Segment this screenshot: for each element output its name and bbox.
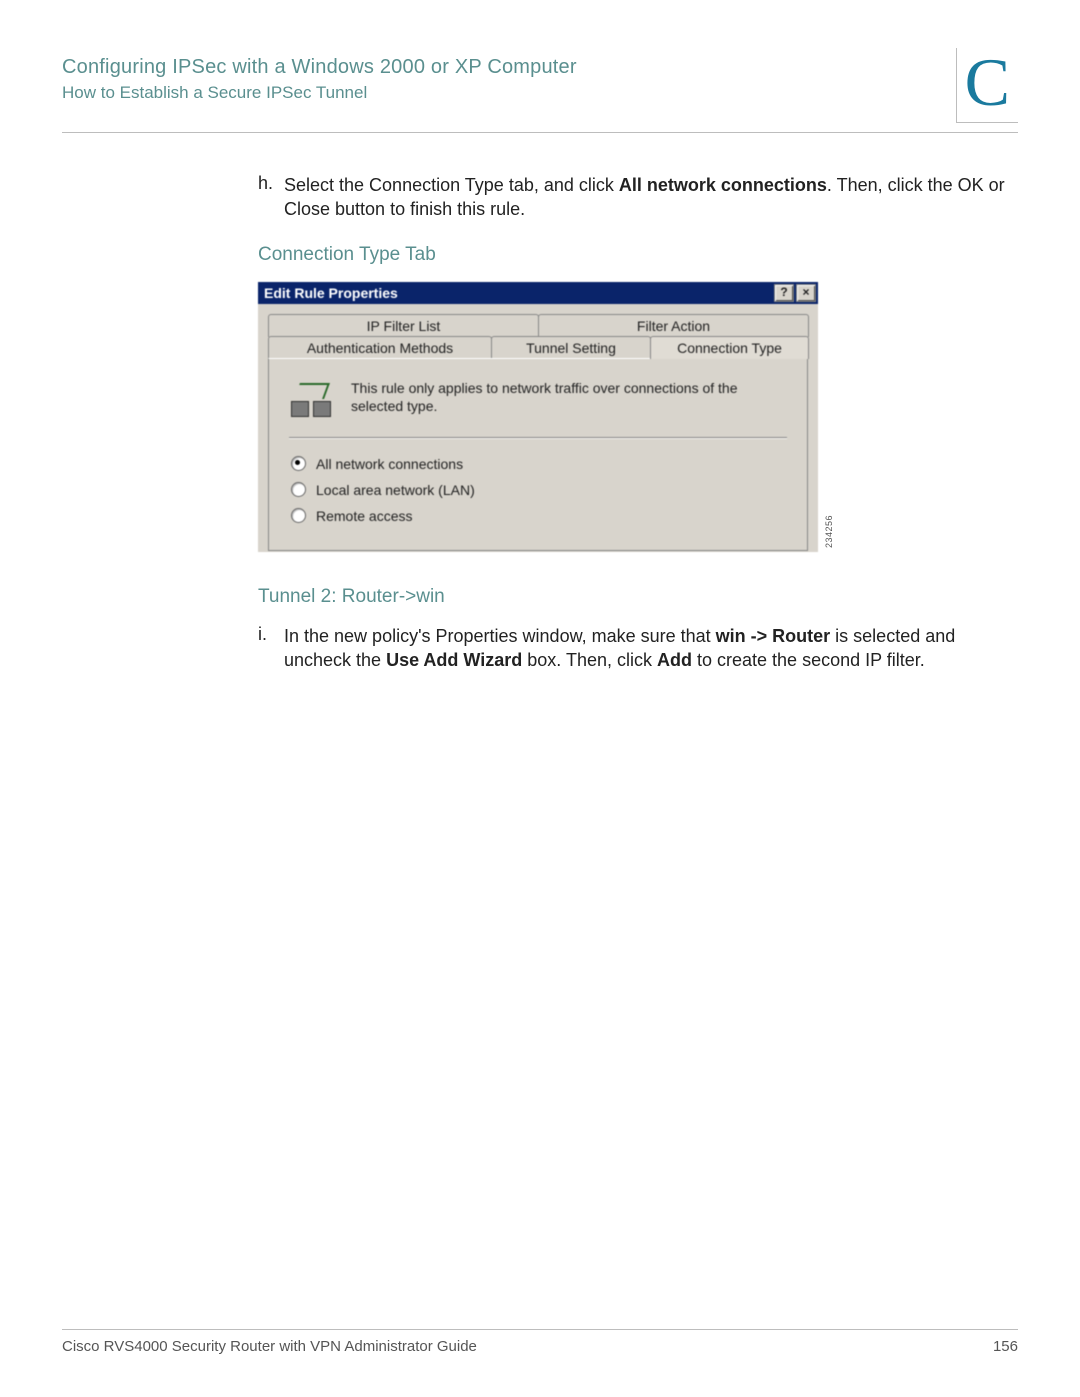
- figure-id: 234256: [824, 515, 834, 548]
- step-h-prefix: Select the Connection Type tab, and clic…: [284, 175, 619, 195]
- tab-connection-type[interactable]: Connection Type: [650, 336, 809, 359]
- dialog-figure: Edit Rule Properties ? × IP Filter List …: [258, 282, 834, 552]
- tab-authentication-methods[interactable]: Authentication Methods: [268, 336, 492, 359]
- step-i-bold3: Add: [657, 650, 692, 670]
- page-footer: Cisco RVS4000 Security Router with VPN A…: [62, 1321, 1018, 1355]
- dialog-titlebar: Edit Rule Properties ? ×: [258, 282, 818, 304]
- step-i-part3: box. Then, click: [522, 650, 657, 670]
- radio-lan[interactable]: Local area network (LAN): [291, 482, 787, 498]
- radio-label-all: All network connections: [316, 456, 463, 472]
- step-text: Select the Connection Type tab, and clic…: [284, 173, 1018, 222]
- tab-body: This rule only applies to network traffi…: [268, 358, 808, 551]
- step-text: In the new policy's Properties window, m…: [284, 624, 1018, 673]
- footer-page-number: 156: [993, 1338, 1018, 1355]
- step-letter: h.: [258, 173, 284, 222]
- header-rule: [62, 132, 1018, 133]
- appendix-badge: C: [956, 48, 1018, 123]
- network-icon: [289, 379, 333, 419]
- radio-icon: [291, 482, 306, 497]
- edit-rule-dialog: Edit Rule Properties ? × IP Filter List …: [258, 282, 818, 552]
- tab-description: This rule only applies to network traffi…: [351, 379, 787, 417]
- footer-guide-title: Cisco RVS4000 Security Router with VPN A…: [62, 1338, 477, 1355]
- step-h: h. Select the Connection Type tab, and c…: [258, 173, 1018, 222]
- step-letter: i.: [258, 624, 284, 673]
- separator: [289, 437, 787, 438]
- radio-icon: [291, 508, 306, 523]
- step-h-bold: All network connections: [619, 175, 827, 195]
- step-i: i. In the new policy's Properties window…: [258, 624, 1018, 673]
- dialog-title: Edit Rule Properties: [264, 285, 398, 301]
- figure-caption-1: Connection Type Tab: [258, 244, 1018, 266]
- tab-filter-action[interactable]: Filter Action: [538, 314, 809, 337]
- radio-all-network[interactable]: All network connections: [291, 456, 787, 472]
- step-i-part1: In the new policy's Properties window, m…: [284, 626, 716, 646]
- close-button[interactable]: ×: [796, 284, 816, 302]
- step-i-part4: to create the second IP filter.: [692, 650, 925, 670]
- tab-ip-filter-list[interactable]: IP Filter List: [268, 314, 539, 337]
- radio-label-remote: Remote access: [316, 508, 412, 524]
- section-heading-tunnel2: Tunnel 2: Router->win: [258, 586, 1018, 608]
- section-title: How to Establish a Secure IPSec Tunnel: [62, 83, 577, 103]
- tab-tunnel-setting[interactable]: Tunnel Setting: [491, 336, 651, 359]
- radio-label-lan: Local area network (LAN): [316, 482, 475, 498]
- help-button[interactable]: ?: [774, 284, 794, 302]
- appendix-letter: C: [965, 48, 1010, 116]
- radio-remote[interactable]: Remote access: [291, 508, 787, 524]
- chapter-title: Configuring IPSec with a Windows 2000 or…: [62, 56, 577, 79]
- step-i-bold1: win -> Router: [716, 626, 831, 646]
- step-i-bold2: Use Add Wizard: [386, 650, 522, 670]
- radio-icon: [291, 456, 306, 471]
